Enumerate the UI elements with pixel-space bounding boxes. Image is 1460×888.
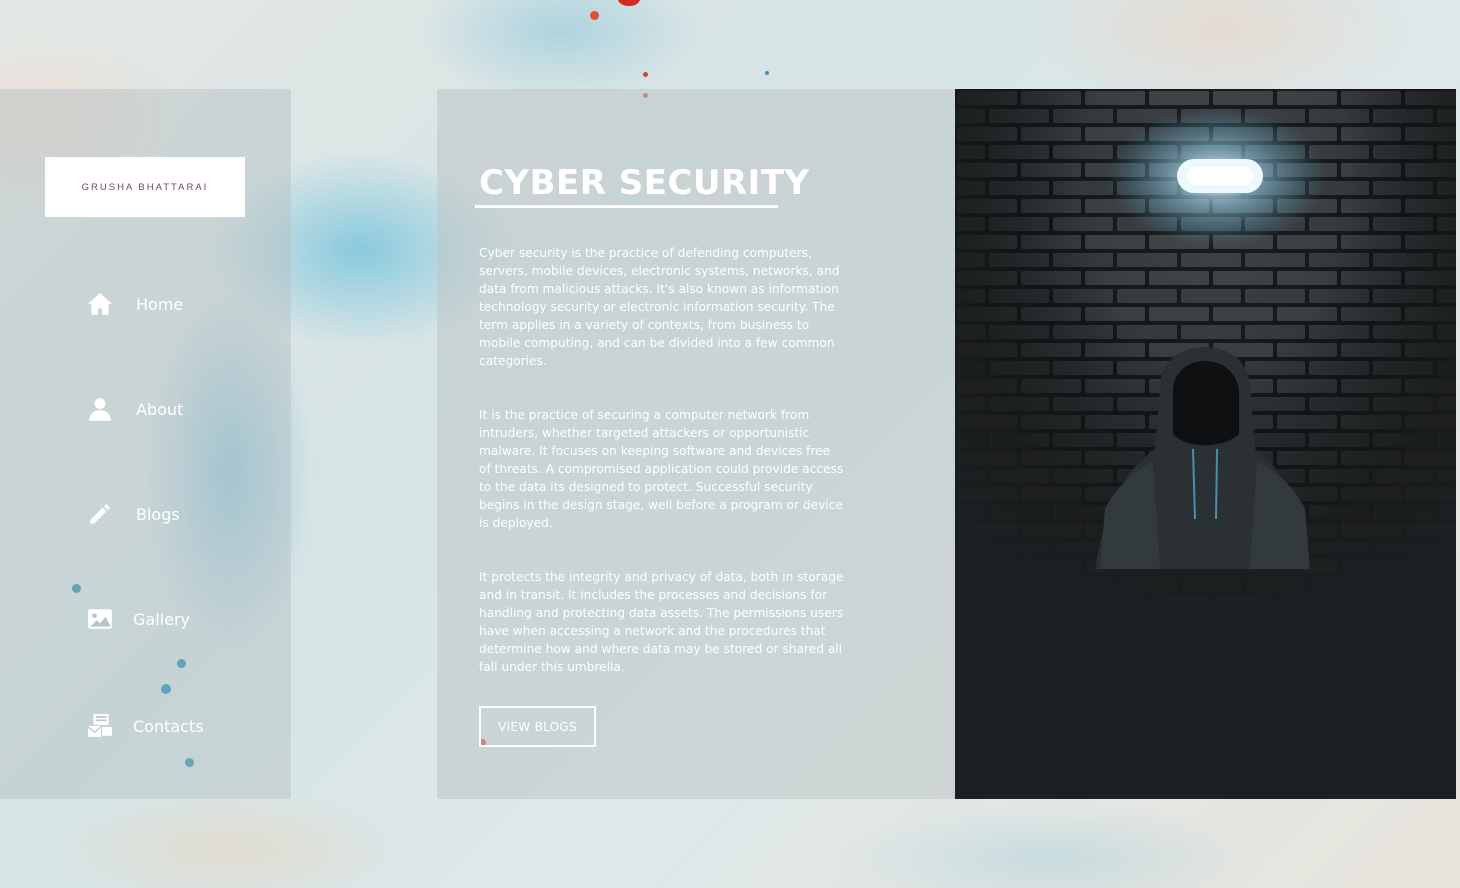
paint-dot [765, 71, 769, 75]
nav-item-about[interactable]: About [86, 394, 183, 424]
user-icon [86, 395, 114, 423]
paint-dot [643, 72, 648, 77]
nav-item-gallery[interactable]: Gallery [86, 604, 190, 634]
nav-label: Home [136, 294, 184, 314]
content-panel: CYBER SECURITY Cyber security is the pra… [437, 89, 955, 799]
view-blogs-button[interactable]: VIEW BLOGS [479, 706, 596, 747]
hooded-figure-illustration [955, 89, 1456, 799]
paragraph: It protects the integrity and privacy of… [479, 570, 844, 674]
page-title: CYBER SECURITY [479, 163, 810, 203]
paragraph: Cyber security is the practice of defend… [479, 246, 840, 368]
logo[interactable]: GRUSHA BHATTARAI [45, 157, 245, 217]
logo-text: GRUSHA BHATTARAI [81, 181, 209, 193]
paint-dot [590, 11, 599, 20]
nav-item-home[interactable]: Home [86, 289, 183, 319]
nav-item-contacts[interactable]: Contacts [86, 711, 204, 741]
paragraph: It is the practice of securing a compute… [479, 408, 844, 530]
nav-label: Blogs [136, 504, 180, 524]
title-underline [475, 205, 778, 208]
home-icon [86, 290, 114, 318]
nav-label: Gallery [133, 609, 190, 629]
nav-label: About [136, 399, 184, 419]
contacts-icon [86, 712, 114, 740]
paint-dot [618, 0, 640, 6]
hero-photo [955, 89, 1456, 799]
nav-label: Contacts [133, 716, 204, 736]
sidebar: GRUSHA BHATTARAI Home About Blogs Galler… [0, 89, 291, 799]
nav-item-blogs[interactable]: Blogs [86, 499, 180, 529]
image-icon [86, 605, 114, 633]
pencil-icon [86, 500, 114, 528]
